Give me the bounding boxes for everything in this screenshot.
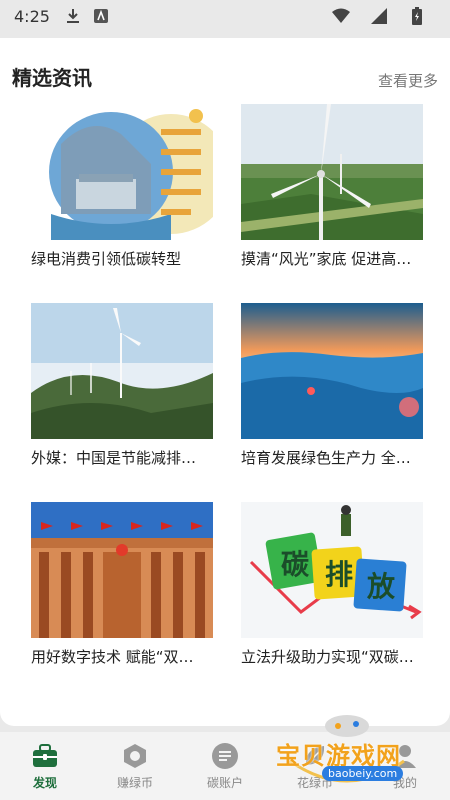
bottom-nav: 发现 赚绿币 碳账户 花绿币 我的 (0, 732, 450, 800)
see-more-link[interactable]: 查看更多 (378, 70, 438, 91)
leaf-icon (305, 745, 325, 765)
news-item-2[interactable]: 摸清“风光”家底 促进高… (241, 104, 423, 269)
news-item-3[interactable]: 外媒：中国是节能减排… (31, 303, 213, 468)
news-caption: 摸清“风光”家底 促进高… (241, 250, 412, 268)
nav-label: 发现 (32, 775, 57, 790)
nav-carbon-account[interactable]: 碳账户 (180, 732, 270, 800)
news-caption: 外媒：中国是节能减排… (31, 449, 197, 467)
image-text-char: 放 (366, 570, 396, 603)
briefcase-icon (33, 743, 57, 767)
hexagon-icon (124, 743, 146, 768)
news-image-6: 碳 排 放 (241, 502, 423, 638)
news-caption: 立法升级助力实现“双碳… (241, 648, 414, 666)
nav-spend-green-coin[interactable]: 花绿币 (270, 732, 360, 800)
nav-label: 我的 (392, 775, 417, 790)
battery-icon (408, 7, 426, 25)
nav-label: 赚绿币 (116, 775, 153, 790)
nav-label: 碳账户 (206, 775, 243, 790)
news-image-1 (31, 104, 213, 240)
image-text-char: 排 (325, 558, 353, 591)
status-bar: 4:25 (0, 0, 450, 32)
news-item-6[interactable]: 碳 排 放 立法升级助力实现“双碳… (241, 502, 423, 667)
nav-label: 花绿币 (296, 775, 333, 790)
image-text-char: 碳 (281, 548, 310, 581)
news-item-5[interactable]: 用好数字技术 赋能“双… (31, 502, 213, 667)
wifi-icon (332, 7, 350, 25)
nav-discover[interactable]: 发现 (0, 732, 90, 800)
news-item-4[interactable]: 培育发展绿色生产力 全… (241, 303, 423, 468)
news-caption: 用好数字技术 赋能“双… (31, 648, 194, 666)
news-image-2 (241, 104, 423, 240)
news-image-3 (31, 303, 213, 439)
nav-earn-green-coin[interactable]: 赚绿币 (90, 732, 180, 800)
news-image-4 (241, 303, 423, 439)
content-card: 精选资讯 查看更多 绿电消费引领低碳转型 摸清“风光”家底 促进高… 外媒：中国… (0, 38, 450, 726)
section-title: 精选资讯 (12, 66, 92, 90)
status-time: 4:25 (14, 6, 50, 26)
news-item-1[interactable]: 绿电消费引领低碳转型 (31, 104, 213, 269)
nav-me[interactable]: 我的 (360, 732, 450, 800)
signal-icon (370, 7, 388, 25)
news-caption: 培育发展绿色生产力 全… (241, 449, 411, 467)
app-notification-icon (92, 7, 110, 25)
news-caption: 绿电消费引领低碳转型 (31, 250, 182, 268)
news-image-5 (31, 502, 213, 638)
download-icon (64, 7, 82, 25)
list-circle-icon (212, 742, 238, 769)
person-icon (394, 744, 416, 768)
